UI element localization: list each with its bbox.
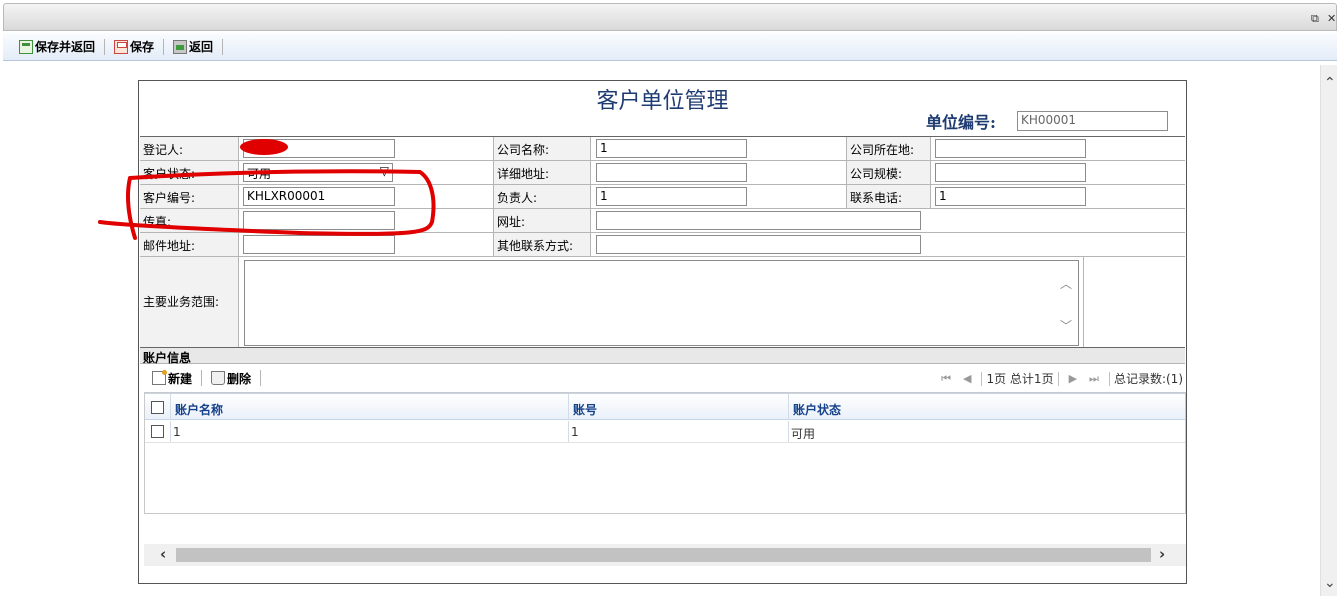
prev-page-icon[interactable]: ◀ [963, 372, 971, 385]
cell-border [140, 209, 494, 232]
scroll-up-icon[interactable]: ⌃ [1324, 75, 1336, 91]
save-icon [114, 39, 129, 54]
toolbar-separator [104, 38, 106, 55]
unit-no-label: 单位编号: [926, 113, 996, 132]
save-and-return-button[interactable]: 保存并返回 [13, 38, 101, 55]
unit-no-field[interactable]: KH00001 [1017, 111, 1168, 131]
main-toolbar: 保存并返回 保存 返回 [3, 33, 1337, 61]
column-divider [568, 394, 569, 419]
pager-separator [1108, 371, 1110, 386]
select-all-checkbox[interactable] [151, 401, 164, 414]
cell-border [140, 185, 847, 208]
pager-separator [1057, 371, 1059, 386]
trash-icon [211, 371, 226, 385]
save-button[interactable]: 保存 [108, 38, 160, 55]
cell-border [1083, 257, 1084, 347]
close-icon[interactable]: ✕ [1327, 12, 1336, 25]
chevron-down-icon[interactable]: ﹀ [1060, 317, 1072, 334]
company-scale-field[interactable] [935, 163, 1086, 182]
page-scrollbar[interactable]: ⌃ ⌄ [1320, 65, 1337, 596]
toolbar-separator [201, 370, 203, 386]
form-row: 登记人: 公司名称: 1 公司所在地: [140, 137, 1185, 161]
cell-border [140, 161, 847, 184]
other-contact-label: 其他联系方式: [494, 233, 591, 256]
company-scale-label: 公司规模: [847, 161, 931, 184]
website-field[interactable] [596, 211, 921, 230]
form-row: 邮件地址: 其他联系方式: [140, 233, 1185, 257]
save-return-icon [19, 39, 33, 54]
customer-unit-form: 客户单位管理 单位编号: KH00001 登记人: 公司名称: 1 公司所在地:… [138, 80, 1187, 584]
new-account-button[interactable]: 新建 [144, 370, 198, 387]
cell-border [140, 137, 847, 160]
save-and-return-label: 保存并返回 [35, 40, 96, 54]
toolbar-separator [260, 370, 262, 386]
scroll-right-icon[interactable]: › [1159, 545, 1165, 563]
row-checkbox[interactable] [151, 425, 164, 438]
form-row: 主要业务范围: ︿ ﹀ [140, 257, 1185, 348]
delete-account-button[interactable]: 删除 [205, 370, 257, 387]
account-section-title: 账户信息 [140, 347, 1185, 365]
phone-label: 联系电话: [847, 185, 931, 208]
delete-label: 删除 [227, 371, 252, 386]
scroll-down-icon[interactable]: ⌄ [1324, 575, 1336, 591]
column-divider [788, 421, 789, 442]
page-info: 1页 总计1页 [986, 372, 1054, 386]
business-scope-textarea[interactable]: ︿ ﹀ [244, 260, 1079, 346]
form-grid: 登记人: 公司名称: 1 公司所在地: 客户状态: 可用 ▽ 详细地址: 公司规… [140, 136, 1185, 348]
column-header-account-no[interactable]: 账号 [573, 401, 597, 418]
save-label: 保存 [130, 40, 155, 54]
company-location-label: 公司所在地: [847, 137, 931, 160]
next-page-icon[interactable]: ▶ [1069, 372, 1077, 385]
column-header-account-status[interactable]: 账户状态 [793, 401, 841, 418]
last-page-icon[interactable]: ⏭ [1089, 372, 1099, 386]
new-document-icon [152, 370, 167, 385]
total-records: 总记录数:(1) [1113, 372, 1183, 386]
scrollbar-thumb[interactable] [176, 548, 1151, 562]
cell-border [140, 233, 494, 256]
form-row: 客户编号: KHLXR00001 负责人: 1 联系电话: 1 [140, 185, 1185, 209]
form-row: 传真: 网址: [140, 209, 1185, 233]
column-divider [170, 394, 171, 419]
account-status-cell: 可用 [791, 427, 816, 441]
pager-separator [981, 371, 983, 386]
phone-field[interactable]: 1 [935, 187, 1086, 206]
website-label: 网址: [494, 209, 591, 232]
toolbar-separator [222, 38, 224, 55]
chevron-up-icon[interactable]: ︿ [1060, 275, 1072, 292]
table-horizontal-scrollbar[interactable]: ‹ › [144, 544, 1186, 566]
business-scope-label: 主要业务范围: [140, 257, 239, 347]
restore-icon[interactable]: ⧉ [1311, 12, 1319, 26]
account-no-cell: 1 [571, 425, 579, 439]
column-divider [568, 421, 569, 442]
other-contact-field[interactable] [596, 235, 921, 254]
pager: ⏮ ◀ 1页 总计1页 ▶ ⏭ 总记录数:(1) [935, 370, 1183, 387]
return-button[interactable]: 返回 [167, 38, 219, 55]
window-titlebar: ⧉ ✕ [3, 3, 1337, 31]
column-header-account-name[interactable]: 账户名称 [175, 401, 223, 418]
return-label: 返回 [189, 40, 214, 54]
table-header: 账户名称 账号 账户状态 [145, 393, 1185, 420]
account-table: 账户名称 账号 账户状态 1 1 可用 [144, 392, 1186, 514]
table-row[interactable]: 1 1 可用 [145, 421, 1185, 443]
account-toolbar: 新建 删除 ⏮ ◀ 1页 总计1页 ▶ ⏭ 总记录数:(1) [144, 365, 1185, 391]
account-name-cell: 1 [173, 425, 181, 439]
scroll-left-icon[interactable]: ‹ [160, 545, 166, 563]
new-label: 新建 [168, 371, 193, 386]
column-divider [170, 421, 171, 442]
return-icon [173, 39, 188, 54]
toolbar-separator [163, 38, 165, 55]
first-page-icon[interactable]: ⏮ [941, 372, 951, 386]
form-row: 客户状态: 可用 ▽ 详细地址: 公司规模: [140, 161, 1185, 185]
company-location-field[interactable] [935, 139, 1086, 158]
column-divider [788, 394, 789, 419]
